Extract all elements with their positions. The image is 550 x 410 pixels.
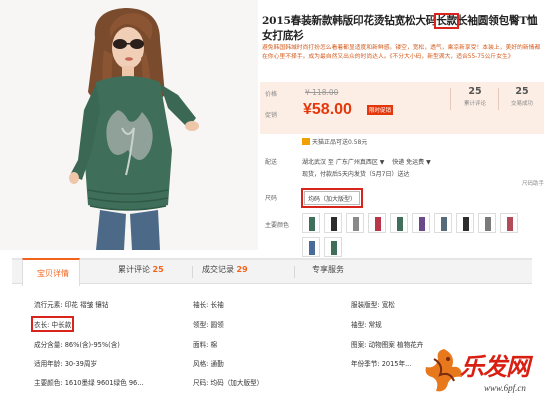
shipping-origin[interactable]: 湖北武汉 至 广东广州真西区 ▼ <box>302 159 384 166</box>
stat-reviews-label: 累计评论 <box>463 101 486 107</box>
price-box: 价格 ¥ 118.00 促销 ¥58.00 限时促销 25 累计评论 25 交易… <box>260 82 544 134</box>
current-price: ¥58.00 <box>303 101 352 118</box>
price-label: 价格 <box>265 91 278 98</box>
attr-item: 主要颜色: 1610墨绿 9601绿色 96... <box>34 379 144 387</box>
tab-services[interactable]: 专享服务 <box>312 264 344 275</box>
size-option[interactable]: 均码（加大版型） <box>300 188 364 208</box>
color-swatch[interactable] <box>324 213 342 233</box>
tab-reviews[interactable]: 累计评论 25 <box>118 264 164 275</box>
attr-item: 年份季节: 2015年... <box>351 360 412 368</box>
tab-transactions-label: 成交记录 <box>202 265 234 274</box>
tmall-note: 天猫正品可送0.58元 <box>302 137 367 146</box>
shipping-sub: 现货，付款后5天内发货（5月7日）送达 <box>302 171 410 178</box>
color-swatch[interactable] <box>390 213 408 233</box>
tab-reviews-count: 25 <box>152 265 164 274</box>
size-chart-link[interactable]: 尺码助手 <box>522 179 544 187</box>
color-swatch[interactable] <box>434 213 452 233</box>
product-subtitle: 避免韩国韩城时尚打扮怎么看着都显适度和新鲜感。镂空，宽松，透气，乘凉新享受！本装… <box>262 45 541 60</box>
original-price: ¥ 118.00 <box>305 88 339 97</box>
attr-item: 适用年龄: 30-39周岁 <box>34 360 98 368</box>
attr-item: 服装版型: 宽松 <box>351 301 395 309</box>
tab-transactions[interactable]: 成交记录 29 <box>202 264 248 275</box>
promo-tag: 限时促销 <box>367 105 394 115</box>
attr-item: 风格: 通勤 <box>193 360 224 368</box>
title-part-1: 2015春装新款韩版印花烫钻宽松大码 <box>262 15 437 27</box>
tmall-text: 天猫正品可送0.58元 <box>312 139 368 146</box>
stat-sales-label: 交易成功 <box>510 101 533 107</box>
stat-reviews-value: 25 <box>468 86 482 97</box>
attr-item: 面料: 棉 <box>193 341 218 349</box>
title-highlight-long: 长款 <box>434 13 459 29</box>
attr-item-length: 衣长: 中长款 <box>30 316 75 332</box>
tab-separator <box>192 266 193 278</box>
tab-details[interactable]: 宝贝详情 <box>22 258 80 286</box>
color-swatch[interactable] <box>302 237 320 257</box>
watermark-text: 乐发网 <box>460 352 530 381</box>
attr-item: 袖型: 常规 <box>351 321 382 329</box>
stat-reviews[interactable]: 25 累计评论 <box>456 86 494 107</box>
product-title: 2015春装新款韩版印花烫钻宽松大码长款长袖圆领包臀T恤女打底衫 <box>262 13 544 44</box>
shipping-method[interactable]: 快递 免运费 ▼ <box>392 159 430 166</box>
color-swatch[interactable] <box>500 213 518 233</box>
product-image[interactable] <box>0 0 258 250</box>
color-swatch[interactable] <box>302 213 320 233</box>
watermark-url: www.6pf.cn <box>484 383 526 393</box>
shipping-label: 配送 <box>265 159 278 166</box>
stat-sales-value: 25 <box>515 86 529 97</box>
tab-services-label: 专享服务 <box>312 265 344 274</box>
attr-item: 成分含量: 86%(含)-95%(含) <box>34 341 120 349</box>
attr-item: 图案: 动物图案 植物花卉 <box>351 341 424 349</box>
model-photo <box>0 0 258 250</box>
attr-item: 流行元素: 印花 褶皱 镶钻 <box>34 301 109 309</box>
color-swatch[interactable] <box>368 213 386 233</box>
detail-tabs: 宝贝详情 累计评论 25 成交记录 29 专享服务 <box>12 258 532 286</box>
color-swatch[interactable] <box>456 213 474 233</box>
color-label: 主要颜色 <box>265 222 290 229</box>
tab-reviews-label: 累计评论 <box>118 265 150 274</box>
color-swatch[interactable] <box>324 237 342 257</box>
stat-sales[interactable]: 25 交易成功 <box>503 86 541 107</box>
color-swatch[interactable] <box>412 213 430 233</box>
product-info-panel: 2015春装新款韩版印花烫钻宽松大码长款长袖圆领包臀T恤女打底衫 避免韩国韩城时… <box>258 0 550 257</box>
shipping-selector[interactable]: 湖北武汉 至 广东广州真西区 ▼ 快递 免运费 ▼ <box>302 157 431 166</box>
promo-label: 促销 <box>265 112 278 119</box>
tab-details-label: 宝贝详情 <box>37 269 69 278</box>
tmall-badge-icon <box>302 138 310 145</box>
size-label: 尺码 <box>265 195 278 202</box>
tab-transactions-count: 29 <box>236 265 248 274</box>
attr-item: 尺码: 均码（加大版型） <box>193 379 264 387</box>
attr-item: 袖长: 长袖 <box>193 301 224 309</box>
color-swatch[interactable] <box>478 213 496 233</box>
stat-divider <box>498 88 499 110</box>
attr-item: 领型: 圆领 <box>193 321 224 329</box>
tab-separator <box>294 266 295 278</box>
stat-divider <box>450 88 451 110</box>
site-watermark: 乐发网 www.6pf.cn <box>422 345 550 410</box>
color-swatch[interactable] <box>346 213 364 233</box>
